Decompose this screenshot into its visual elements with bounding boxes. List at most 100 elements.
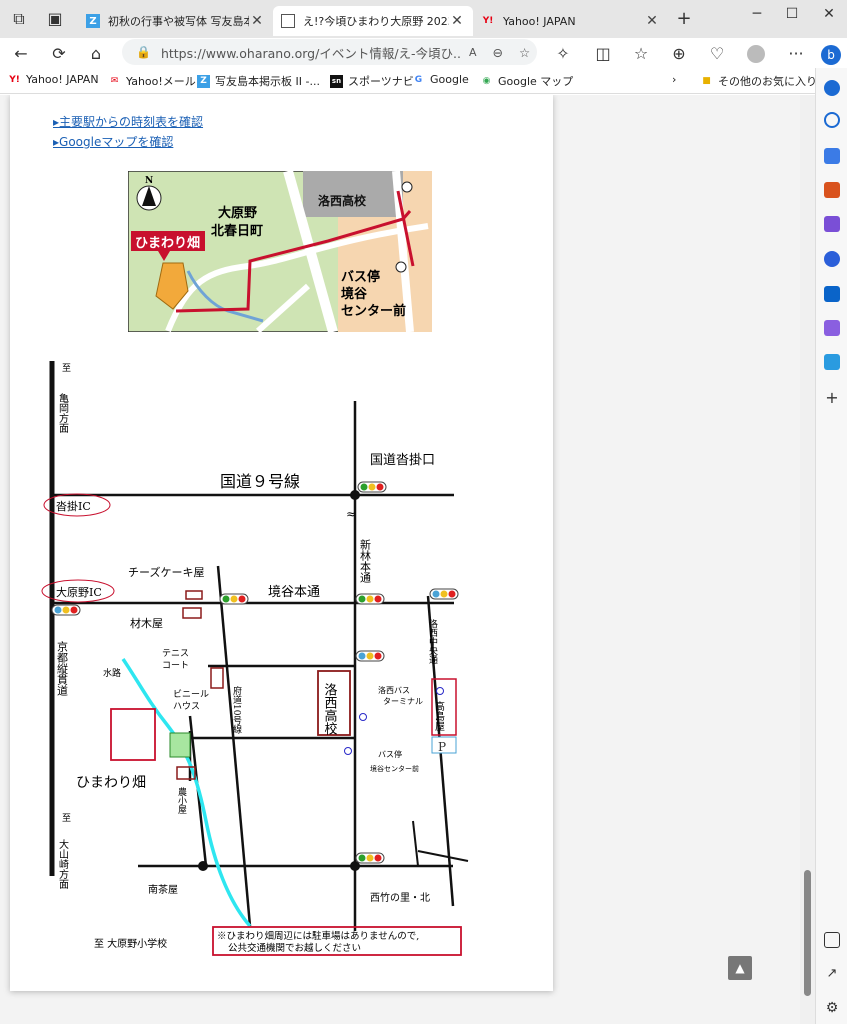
field-label: ひまわり畑	[135, 236, 200, 251]
tennis-label-1: テニス	[162, 648, 189, 659]
shinbayashi-label: 新林本通	[359, 538, 372, 583]
bookmark-sportsnavi[interactable]: sn スポーツナビ	[330, 73, 414, 89]
north-label: N	[145, 176, 153, 186]
parking-label: P	[438, 740, 446, 754]
tab-1[interactable]: え!?今頃ひまわり大原野 2023 - な ✕	[273, 6, 473, 36]
school-label: 洛西高校	[318, 193, 367, 208]
tab-1-document-icon	[281, 14, 295, 28]
tab-1-title: え!?今頃ひまわり大原野 2023 - な	[303, 15, 449, 28]
bookmark-label: Google マップ	[498, 75, 574, 88]
traffic-light-icon	[355, 852, 385, 864]
add-sidebar-app-icon[interactable]: +	[824, 390, 840, 406]
busstop-label-2: 境谷センター前	[370, 764, 419, 773]
zoom-icon[interactable]: ⊖	[492, 45, 502, 60]
area2-label: 北春日町	[211, 223, 263, 239]
outlook-icon[interactable]	[824, 286, 840, 302]
folder-icon: ■	[702, 76, 711, 86]
settings-gear-icon[interactable]: ⚙	[824, 1000, 840, 1016]
new-tab-icon[interactable]: +	[673, 8, 695, 30]
oharano-ic-label: 大原野IC	[56, 585, 102, 599]
split-screen-icon[interactable]: ◫	[592, 43, 614, 65]
bookmark-shayu[interactable]: Z 写友島本掲示板 II -...	[197, 73, 320, 89]
maximize-icon[interactable]: ☐	[777, 6, 807, 28]
page-content: ▸主要駅からの時刻表を確認 ▸Googleマップを確認 N 洛西高校 大原野 北…	[10, 95, 553, 991]
back-icon[interactable]: ←	[10, 43, 32, 65]
url-text: https://www.oharano.org/イベント情報/え-今頃ひ...	[160, 45, 461, 61]
noukoya-label: 農小屋	[176, 786, 187, 815]
bus-label-2: 境谷	[341, 286, 368, 302]
shopping-icon[interactable]	[824, 148, 840, 164]
bookmark-other-favorites[interactable]: ■ その他のお気に入り	[700, 73, 817, 89]
browser-essentials-icon[interactable]: ♡	[706, 43, 728, 65]
tab-0-favicon-icon: Z	[86, 14, 100, 28]
tab-0-title: 初秋の行事や被写体 写友島本掲	[108, 15, 249, 28]
google-maps-link[interactable]: ▸Googleマップを確認	[53, 133, 173, 150]
tab-2-yahoo-icon: Y!	[482, 16, 494, 26]
tab-actions-icon[interactable]: ▣	[44, 8, 66, 30]
microsoft365-icon[interactable]	[824, 251, 840, 267]
to-kameoka-mark: 至	[62, 363, 71, 374]
more-menu-icon[interactable]: ···	[785, 43, 807, 65]
tab-2-close-icon[interactable]: ✕	[644, 13, 660, 29]
search-icon[interactable]	[824, 112, 840, 128]
bookmark-google-maps[interactable]: ◉ Google マップ	[480, 73, 574, 89]
tab-1-close-icon[interactable]: ✕	[449, 13, 465, 29]
bookmark-label: Google	[430, 73, 469, 86]
address-bar[interactable]: 🔒 https://www.oharano.org/イベント情報/え-今頃ひ..…	[122, 39, 537, 65]
page-scrollbar[interactable]	[800, 95, 815, 1024]
busstop-label: バス停	[378, 749, 402, 759]
bookmark-yahoo[interactable]: Y! Yahoo! JAPAN	[8, 73, 99, 86]
yamazaki-label: 大山崎方面	[57, 838, 69, 890]
home-icon[interactable]: ⌂	[85, 43, 107, 65]
profile-avatar[interactable]	[745, 43, 767, 65]
kutsukake-guchi-label: 国道沓掛口	[370, 453, 435, 468]
shayu-icon: Z	[197, 74, 210, 88]
copilot-icon[interactable]: b	[820, 43, 842, 65]
edge-sidebar: + ↗ ⚙	[815, 68, 847, 1024]
bookmark-label: 写友島本掲示板 II -...	[215, 75, 320, 88]
notifications-icon[interactable]	[824, 80, 840, 96]
bus-label-3: センター前	[341, 303, 406, 319]
designer-icon[interactable]	[824, 320, 840, 336]
tab-0[interactable]: Z 初秋の行事や被写体 写友島本掲 ✕	[78, 6, 273, 36]
rakusei-chuo-label: 洛西中央通	[427, 618, 438, 665]
lock-icon: 🔒	[136, 45, 151, 59]
scroll-to-top-button[interactable]: ▲	[728, 956, 752, 980]
area-label: 大原野	[218, 205, 257, 221]
bookmark-google[interactable]: G Google	[412, 73, 469, 86]
bookmarks-overflow-icon[interactable]: ›	[672, 73, 676, 86]
read-aloud-icon[interactable]: A	[469, 46, 477, 59]
to-yamazaki-mark: 至	[62, 813, 71, 824]
minimize-icon[interactable]: ─	[742, 6, 772, 28]
extensions-icon[interactable]: ✧	[552, 43, 574, 65]
tab-2[interactable]: Y! Yahoo! JAPAN ✕	[473, 6, 668, 36]
drop-icon[interactable]	[824, 354, 840, 370]
notice-line-2: 公共交通機関でお越しください	[228, 942, 361, 954]
bookmark-yahoo-mail[interactable]: ✉ Yahoo!メール	[108, 73, 196, 89]
tools-icon[interactable]	[824, 182, 840, 198]
sportsnavi-icon: sn	[330, 74, 343, 88]
favorite-star-icon[interactable]: ☆	[519, 45, 530, 60]
road-break-icon: ≈	[346, 507, 356, 521]
scrollbar-thumb[interactable]	[804, 870, 811, 996]
tab-2-title: Yahoo! JAPAN	[503, 14, 576, 28]
reload-icon[interactable]: ⟳	[48, 43, 70, 65]
area-map: N 洛西高校 大原野 北春日町 ひまわり畑 バス停 境谷 センター前	[128, 171, 432, 332]
collections-icon[interactable]: ⊕	[668, 43, 690, 65]
favorites-icon[interactable]: ☆	[630, 43, 652, 65]
bookmark-label: Yahoo! JAPAN	[26, 73, 99, 86]
traffic-light-icon	[51, 604, 81, 616]
zaimoku-label: 材木屋	[130, 616, 163, 630]
yahoo-icon: Y!	[9, 74, 20, 85]
yahoo-mail-icon: ✉	[110, 76, 119, 86]
tab-0-close-icon[interactable]: ✕	[249, 13, 265, 29]
bus-terminal-label-1: 洛西バス	[378, 685, 410, 695]
open-external-icon[interactable]: ↗	[824, 966, 840, 982]
bookmark-label: その他のお気に入り	[718, 75, 817, 88]
bookmark-label: Yahoo!メール	[126, 75, 196, 88]
sidebar-panel-icon[interactable]	[824, 932, 840, 948]
close-window-icon[interactable]: ✕	[814, 6, 844, 28]
games-icon[interactable]	[824, 216, 840, 232]
workspaces-icon[interactable]: ⧉	[8, 8, 30, 30]
timetable-link[interactable]: ▸主要駅からの時刻表を確認	[53, 113, 203, 130]
